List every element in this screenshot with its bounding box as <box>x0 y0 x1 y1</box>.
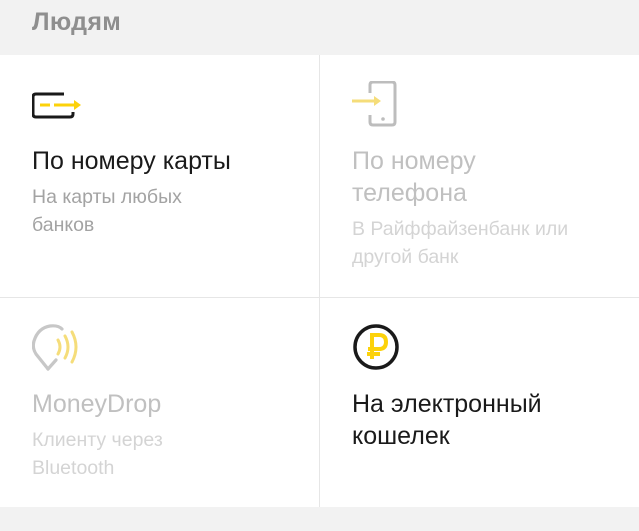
option-subtitle: На карты любых банков <box>32 186 182 236</box>
transfer-options-grid: По номеру карты На карты любых банков По… <box>0 55 639 507</box>
option-card-transfer[interactable]: По номеру карты На карты любых банков <box>0 55 319 297</box>
moneydrop-icon <box>32 324 78 371</box>
phone-transfer-icon <box>352 81 397 127</box>
option-moneydrop[interactable]: MoneyDrop Клиенту через Bluetooth <box>0 298 319 507</box>
option-title: По номеру телефона <box>352 147 476 207</box>
option-title: По номеру карты <box>32 147 231 175</box>
card-transfer-icon <box>32 92 81 119</box>
section-header: Людям <box>0 0 639 55</box>
option-ewallet[interactable]: На электронный кошелек <box>320 298 639 507</box>
option-title: MoneyDrop <box>32 390 162 418</box>
option-title: На электронный кошелек <box>352 390 542 450</box>
option-subtitle: Клиенту через Bluetooth <box>32 429 163 479</box>
bottom-spacer <box>0 507 639 531</box>
section-title: Людям <box>32 8 122 36</box>
ruble-wallet-icon <box>353 324 399 370</box>
option-phone-transfer[interactable]: По номеру телефона В Райффайзенбанк или … <box>320 55 639 297</box>
option-subtitle: В Райффайзенбанк или другой банк <box>352 218 569 268</box>
